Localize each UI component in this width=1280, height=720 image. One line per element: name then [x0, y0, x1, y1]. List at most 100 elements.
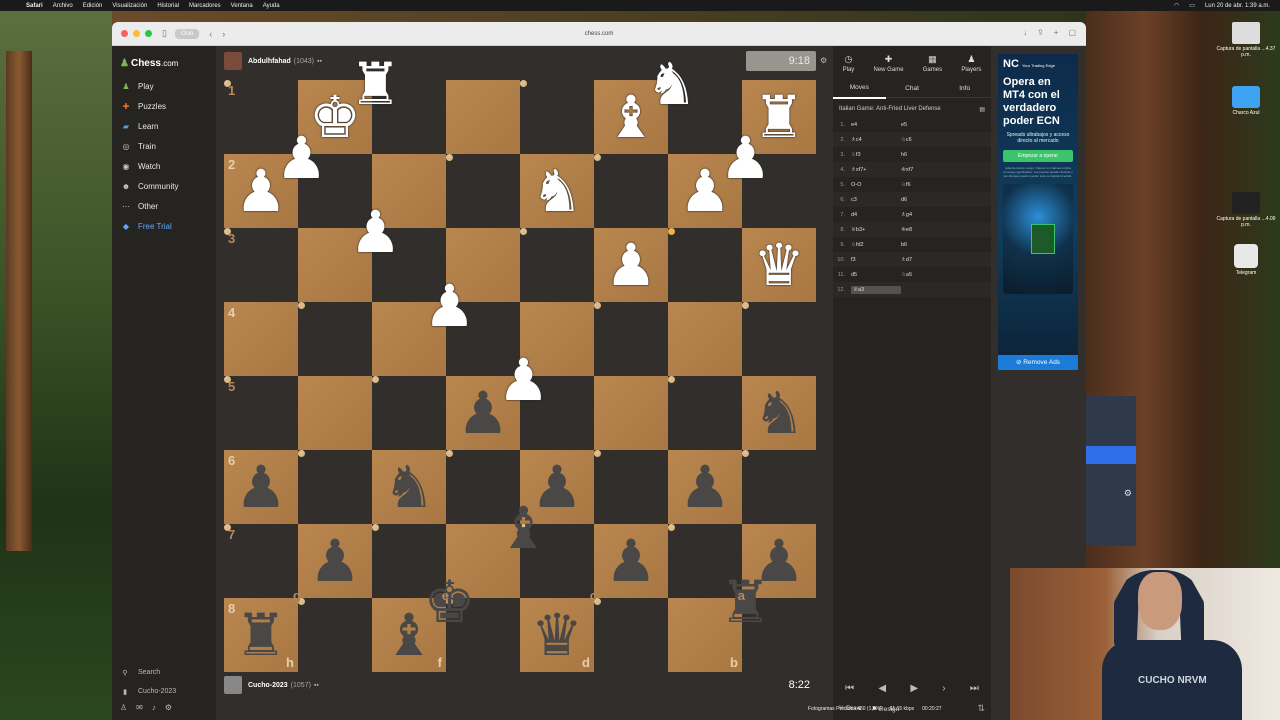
square-e8[interactable]: e ♚: [424, 573, 476, 631]
black-move[interactable]: h6: [901, 152, 951, 158]
white-pawn-piece[interactable]: ♟: [276, 129, 328, 187]
chesscom-logo[interactable]: ♟ Chess .com: [120, 56, 216, 70]
square-a2[interactable]: ♟: [720, 129, 772, 187]
square-a8[interactable]: a ♜: [720, 573, 772, 631]
square-h8[interactable]: 8 h ♜: [224, 598, 298, 672]
square-c2[interactable]: [594, 154, 601, 161]
black-move[interactable]: ♘a5: [901, 272, 951, 278]
square-d1[interactable]: [520, 80, 527, 87]
white-move[interactable]: d5: [851, 272, 901, 278]
white-move[interactable]: ♕a3: [851, 285, 901, 294]
square-e2[interactable]: [446, 154, 453, 161]
white-pawn-piece[interactable]: ♟: [350, 203, 402, 261]
square-f7[interactable]: [372, 524, 379, 531]
square-d3[interactable]: [520, 228, 527, 235]
sidebar-item-free-trial[interactable]: ◆ Free Trial: [112, 216, 216, 236]
white-move[interactable]: ♘f3: [851, 152, 901, 158]
battery-icon[interactable]: ▭: [1189, 2, 1195, 9]
square-h3[interactable]: 3: [224, 228, 235, 246]
black-queen-piece[interactable]: ♛: [531, 606, 583, 664]
square-g5[interactable]: [298, 376, 372, 450]
white-move[interactable]: c3: [851, 197, 901, 203]
sidebar-user[interactable]: ▮ Cucho-2023: [120, 682, 210, 701]
square-d5[interactable]: ♟: [498, 351, 550, 409]
black-pawn-piece[interactable]: ♟: [605, 532, 657, 590]
menu-archivo[interactable]: Archivo: [53, 3, 73, 9]
sidebar-item-other[interactable]: ⋯ Other: [112, 196, 216, 216]
white-move[interactable]: ♗xf7+: [851, 167, 901, 173]
previous-move-icon[interactable]: ◀: [878, 683, 886, 694]
desktop-icon-charco-azul[interactable]: Charco Azul: [1216, 86, 1276, 116]
black-move[interactable]: ♘f6: [901, 182, 951, 188]
square-d7[interactable]: ♝: [498, 499, 550, 557]
white-knight-piece[interactable]: ♞: [646, 55, 698, 113]
square-e4[interactable]: ♟: [424, 277, 476, 335]
menubar-clock[interactable]: Lun 20 de abr. 1:39 a.m.: [1205, 3, 1270, 9]
black-pawn-piece[interactable]: ♟: [679, 458, 731, 516]
minimize-window-button[interactable]: [133, 30, 140, 37]
chess-board[interactable]: 1 ♚ ♜ ♝ ♞ ♜ 2 ♟ ♟ ♞ ♟ ♟ 3 ♟ ♟ ♛ 4 ♟ 5 ♟ ♟ ♞ 6 ♟ ♞ ♟ ♟ 7 ♟ ♝ ♟ ♟ 8 h ♜ g f ♝ e ♚…: [224, 55, 816, 672]
tab-overview-icon[interactable]: ▢: [1068, 28, 1076, 37]
square-b4[interactable]: [668, 302, 742, 376]
white-move[interactable]: d4: [851, 212, 901, 218]
sidebar-item-puzzles[interactable]: ✚ Puzzles: [112, 96, 216, 116]
menu-visualizacion[interactable]: Visualización: [112, 3, 147, 9]
opening-name[interactable]: Italian Game: Anti-Fried Liver Defense: [839, 106, 941, 113]
black-move[interactable]: ♘c6: [901, 137, 951, 143]
square-g8[interactable]: g: [293, 588, 305, 605]
black-rook-piece[interactable]: ♜: [235, 606, 287, 664]
white-move[interactable]: f3: [851, 257, 901, 263]
notifications-icon[interactable]: ♪: [152, 703, 156, 712]
desktop-icon-telegram[interactable]: Telegram: [1216, 244, 1276, 276]
black-bishop-piece[interactable]: ♝: [498, 499, 550, 557]
square-b1[interactable]: ♞: [646, 55, 698, 113]
square-d8[interactable]: d ♛: [520, 598, 594, 672]
square-d2[interactable]: ♞: [520, 154, 594, 228]
board-settings-icon[interactable]: ⚙: [820, 56, 827, 65]
play-moves-icon[interactable]: ▶: [910, 683, 918, 694]
white-pawn-piece[interactable]: ♟: [498, 351, 550, 409]
tab-play[interactable]: ◷ Play: [843, 54, 855, 73]
square-c4[interactable]: [594, 302, 601, 309]
square-c7[interactable]: ♟: [594, 524, 668, 598]
white-queen-piece[interactable]: ♛: [753, 236, 805, 294]
square-e1[interactable]: [446, 80, 520, 154]
first-move-icon[interactable]: ⏮: [845, 683, 854, 694]
square-c8[interactable]: c: [590, 588, 601, 605]
opponent-name[interactable]: Abdulhfahad: [248, 58, 291, 65]
square-c6[interactable]: [594, 450, 601, 457]
sidebar-search[interactable]: ⚲ Search: [120, 663, 210, 682]
square-g4[interactable]: [298, 302, 305, 309]
book-icon[interactable]: ▤: [979, 106, 985, 113]
address-bar[interactable]: chess.com: [512, 31, 686, 37]
square-h7[interactable]: 7: [224, 524, 235, 542]
square-g6[interactable]: [298, 450, 305, 457]
square-a6[interactable]: [742, 450, 749, 457]
black-king-piece[interactable]: ♚: [424, 573, 476, 631]
friends-icon[interactable]: ♙: [120, 703, 127, 712]
square-b5[interactable]: [668, 376, 675, 383]
forward-icon[interactable]: ›: [222, 29, 225, 39]
tab-group-pill[interactable]: Ocio: [174, 28, 200, 39]
square-h5[interactable]: 5: [224, 376, 235, 394]
black-move[interactable]: ♗d7: [901, 257, 951, 263]
white-move[interactable]: O-O: [851, 182, 901, 188]
square-b3[interactable]: [668, 228, 675, 235]
gear-icon[interactable]: ⚙: [1124, 488, 1132, 499]
white-move[interactable]: ♘fd2: [851, 242, 901, 248]
white-move[interactable]: ♕b3+: [851, 227, 901, 233]
black-move[interactable]: d6: [901, 197, 951, 203]
player-avatar[interactable]: [224, 676, 242, 694]
sidebar-item-play[interactable]: ♟ Play: [112, 76, 216, 96]
black-move[interactable]: b6: [901, 242, 951, 248]
black-pawn-piece[interactable]: ♟: [309, 532, 361, 590]
last-move-icon[interactable]: ⏭: [970, 683, 979, 694]
share-icon[interactable]: ⇪: [1037, 28, 1044, 37]
square-h4[interactable]: 4: [224, 302, 298, 376]
menu-historial[interactable]: Historial: [157, 3, 179, 9]
subtab-info[interactable]: Info: [938, 80, 991, 98]
sidebar-item-community[interactable]: ☻ Community: [112, 176, 216, 196]
sidebar-item-train[interactable]: ◎ Train: [112, 136, 216, 156]
menu-edicion[interactable]: Edición: [83, 3, 103, 9]
black-rook-piece[interactable]: ♜: [720, 573, 772, 631]
